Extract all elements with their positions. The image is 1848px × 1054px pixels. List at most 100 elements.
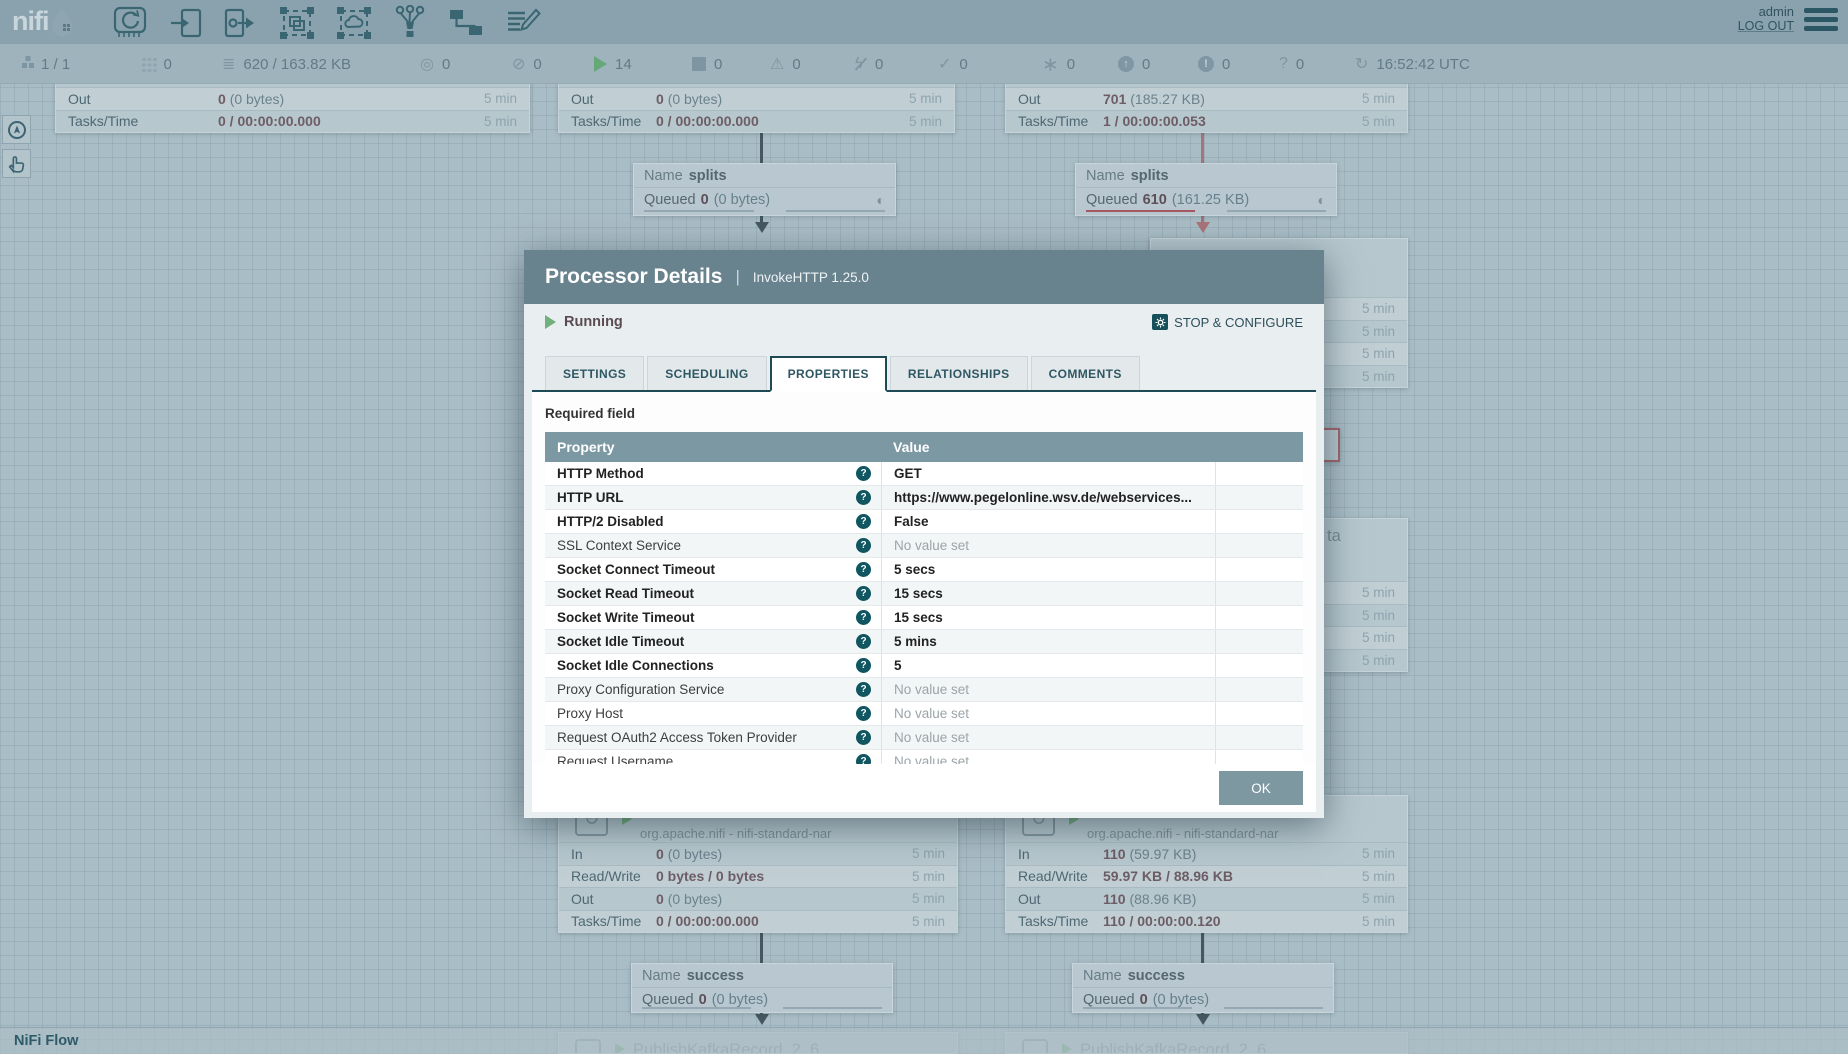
help-icon[interactable]: ? — [856, 586, 871, 601]
running-status-icon — [545, 315, 556, 329]
help-icon[interactable]: ? — [856, 562, 871, 577]
input-port-palette-icon[interactable] — [169, 7, 203, 39]
table-row: Request OAuth2 Access Token Provider?No … — [545, 726, 1303, 750]
processor-title-fragment: ta — [1327, 527, 1341, 546]
queue-size-bar — [642, 1007, 751, 1010]
navigate-button[interactable] — [2, 115, 31, 144]
app-header: nifi admin LOG OUT — [0, 0, 1848, 44]
nifi-app: Out0 (0 bytes)5 min Tasks/Time0 / 00:00:… — [0, 0, 1848, 1054]
cluster-icon — [22, 63, 27, 68]
dialog-title: Processor Details — [545, 265, 722, 289]
dialog-footer: OK — [532, 764, 1316, 812]
table-row: Socket Idle Connections?5 — [545, 654, 1303, 678]
disabled-status: ϟ0 — [855, 44, 883, 84]
transmitting-icon: ◎ — [420, 54, 434, 74]
ok-button[interactable]: OK — [1219, 771, 1303, 805]
active-threads-status: 0 — [142, 44, 172, 84]
properties-panel: Required field Property Value HTTP Metho… — [532, 390, 1316, 812]
transmitting-status: ◎0 — [420, 44, 450, 84]
connection-arrow-icon — [755, 222, 769, 233]
breadcrumb-bar: NiFi Flow — [0, 1027, 1848, 1054]
queue-data-bar — [1224, 1007, 1323, 1010]
locally-modified-stale-icon: ! — [1198, 56, 1214, 72]
table-row: Socket Idle Timeout?5 mins — [545, 630, 1303, 654]
stop-and-configure-button[interactable]: STOP & CONFIGURE — [1152, 314, 1303, 330]
help-icon[interactable]: ? — [856, 754, 871, 764]
running-icon — [594, 56, 607, 72]
last-refresh: ↻16:52:42 UTC — [1355, 44, 1470, 84]
table-row: Socket Read Timeout?15 secs — [545, 582, 1303, 606]
connection-label-splits-right[interactable]: Namesplits Queued610(161.25 KB)◐ — [1075, 163, 1337, 216]
run-status-text: Running — [564, 314, 623, 330]
remote-process-group-palette-icon[interactable] — [336, 6, 372, 40]
properties-table-body[interactable]: HTTP Method?GET HTTP URL?https://www.peg… — [545, 462, 1303, 764]
connection-arrow-icon — [1196, 222, 1210, 233]
logout-link[interactable]: LOG OUT — [1738, 19, 1794, 33]
table-row: HTTP Method?GET — [545, 462, 1303, 486]
processor-palette-icon[interactable] — [112, 6, 148, 40]
stat-label: Out — [68, 91, 218, 107]
current-user: admin — [1738, 4, 1794, 19]
table-row: Proxy Host?No value set — [545, 702, 1303, 726]
help-icon[interactable]: ? — [856, 682, 871, 697]
queued-status: ≣620 / 163.82 KB — [222, 44, 351, 84]
load-balance-icon: ◐ — [877, 192, 885, 208]
navigate-icon — [6, 119, 28, 141]
queue-size-bar — [1083, 1007, 1192, 1010]
help-icon[interactable]: ? — [856, 706, 871, 721]
table-row: HTTP/2 Disabled?False — [545, 510, 1303, 534]
pan-button[interactable] — [2, 149, 31, 178]
connection-label-success-left[interactable]: Namesuccess Queued0(0 bytes) — [631, 963, 893, 1013]
locally-modified-icon: ∗ — [1042, 52, 1059, 77]
tab-relationships[interactable]: RELATIONSHIPS — [890, 356, 1028, 390]
tab-comments[interactable]: COMMENTS — [1031, 356, 1140, 390]
properties-content: Required field Property Value HTTP Metho… — [532, 392, 1316, 764]
global-menu-button[interactable] — [1804, 8, 1838, 35]
disabled-icon: ϟ — [855, 55, 867, 73]
help-icon[interactable]: ? — [856, 490, 871, 505]
help-icon[interactable]: ? — [856, 634, 871, 649]
stat-label: Tasks/Time — [68, 113, 218, 129]
table-row: SSL Context Service?No value set — [545, 534, 1303, 558]
column-value: Value — [881, 439, 1215, 455]
table-row: Socket Connect Timeout?5 secs — [545, 558, 1303, 582]
locally-modified-stale-status: !0 — [1198, 44, 1230, 84]
help-icon[interactable]: ? — [856, 514, 871, 529]
table-row: Proxy Configuration Service?No value set — [545, 678, 1303, 702]
running-status: 14 — [594, 44, 632, 84]
breadcrumb[interactable]: NiFi Flow — [14, 1033, 78, 1049]
help-icon[interactable]: ? — [856, 538, 871, 553]
help-icon[interactable]: ? — [856, 610, 871, 625]
invalid-status: ⚠0 — [770, 44, 801, 84]
properties-table-header: Property Value — [545, 432, 1303, 462]
locally-modified-status: ∗0 — [1042, 44, 1075, 84]
label-palette-icon[interactable] — [505, 6, 541, 40]
dialog-status-row: Running STOP & CONFIGURE — [524, 304, 1324, 340]
cluster-status: 1 / 1 — [22, 44, 70, 84]
column-property: Property — [545, 439, 881, 455]
processor-type: InvokeHTTP 1.25.0 — [753, 270, 869, 285]
output-port-palette-icon[interactable] — [224, 7, 258, 39]
connection-label-splits-left[interactable]: Namesplits Queued0(0 bytes)◐ — [633, 163, 896, 216]
sync-failure-icon: ? — [1279, 55, 1288, 73]
tab-settings[interactable]: SETTINGS — [545, 356, 644, 390]
load-balance-icon: ◐ — [1318, 192, 1326, 208]
dialog-body: SETTINGS SCHEDULING PROPERTIES RELATIONS… — [524, 340, 1324, 818]
help-icon[interactable]: ? — [856, 466, 871, 481]
refresh-icon[interactable]: ↻ — [1355, 54, 1368, 74]
help-icon[interactable]: ? — [856, 658, 871, 673]
queue-data-bar — [1227, 210, 1326, 213]
gear-icon — [1152, 314, 1168, 330]
dialog-tabs: SETTINGS SCHEDULING PROPERTIES RELATIONS… — [532, 356, 1316, 392]
process-group-palette-icon[interactable] — [279, 6, 315, 40]
component-palette — [112, 5, 541, 41]
connection-label-success-right[interactable]: Namesuccess Queued0(0 bytes) — [1072, 963, 1334, 1013]
help-icon[interactable]: ? — [856, 730, 871, 745]
tab-scheduling[interactable]: SCHEDULING — [647, 356, 766, 390]
dialog-header: Processor Details | InvokeHTTP 1.25.0 — [524, 250, 1324, 304]
template-palette-icon[interactable] — [448, 6, 484, 40]
stopped-status: 0 — [692, 44, 722, 84]
tab-properties[interactable]: PROPERTIES — [770, 356, 887, 392]
not-transmitting-icon: ⊘ — [512, 54, 525, 74]
funnel-palette-icon[interactable] — [393, 5, 427, 41]
